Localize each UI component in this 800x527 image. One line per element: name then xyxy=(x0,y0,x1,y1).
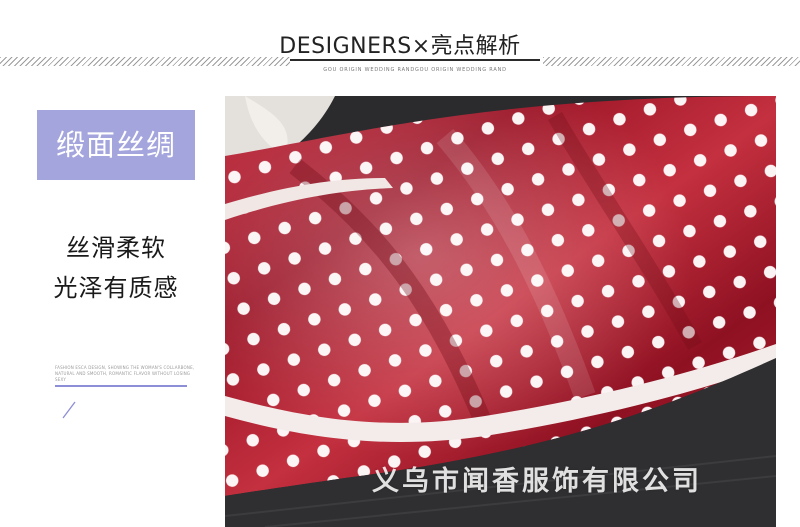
company-watermark: 义乌市闻香服饰有限公司 xyxy=(372,466,702,497)
title-underline xyxy=(290,59,540,61)
feature-line-2: 光泽有质感 xyxy=(53,274,179,302)
feature-badge: 缎面丝绸 xyxy=(37,110,195,180)
title-subtitle: GOU ORIGIN WEDDING RANDGOU ORIGIN WEDDIN… xyxy=(323,67,507,73)
slash-decoration xyxy=(62,401,76,419)
page-title: DESIGNERS×亮点解析 xyxy=(279,34,521,59)
feature-line-1: 丝滑柔软 xyxy=(66,234,166,262)
accent-line xyxy=(55,385,187,387)
small-description: FASHION ESCA DESIGN, SHOWING THE WOMAN'S… xyxy=(55,365,195,382)
